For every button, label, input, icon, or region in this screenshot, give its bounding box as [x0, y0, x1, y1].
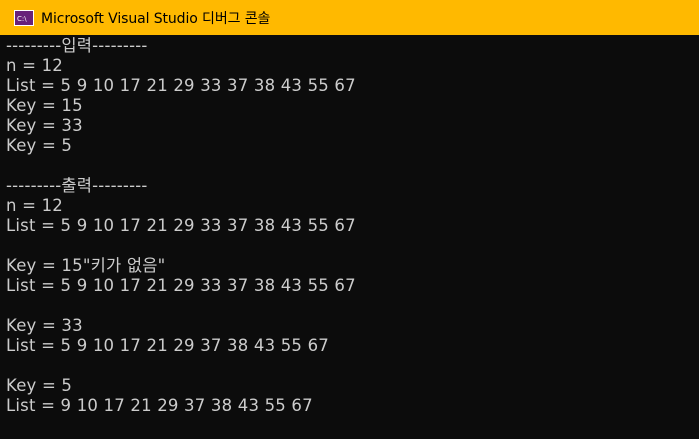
title-bar[interactable]: C:\ Microsoft Visual Studio 디버그 콘솔: [0, 0, 699, 35]
console-line: List = 5 9 10 17 21 29 33 37 38 43 55 67: [6, 216, 356, 235]
window-title: Microsoft Visual Studio 디버그 콘솔: [41, 10, 271, 27]
console-line: ---------입력---------: [6, 36, 148, 55]
console-line: List = 5 9 10 17 21 29 33 37 38 43 55 67: [6, 76, 356, 95]
console-line: List = 5 9 10 17 21 29 37 38 43 55 67: [6, 336, 329, 355]
svg-text:C:\: C:\: [17, 15, 27, 23]
console-line: ---------출력---------: [6, 176, 148, 195]
console-line: n = 12: [6, 196, 63, 215]
console-line: Key = 15: [6, 96, 83, 115]
console-line: n = 12: [6, 56, 63, 75]
console-line: Key = 15"키가 없음": [6, 256, 166, 275]
visual-studio-console-icon: C:\: [14, 9, 34, 26]
console-window: C:\ Microsoft Visual Studio 디버그 콘솔 -----…: [0, 0, 699, 439]
console-output[interactable]: ---------입력--------- n = 12 List = 5 9 1…: [6, 36, 696, 436]
console-line: Key = 33: [6, 316, 83, 335]
console-line: Key = 5: [6, 376, 73, 395]
console-line: Key = 33: [6, 116, 83, 135]
console-line: List = 5 9 10 17 21 29 33 37 38 43 55 67: [6, 276, 356, 295]
console-line: Key = 5: [6, 136, 73, 155]
console-line: List = 9 10 17 21 29 37 38 43 55 67: [6, 396, 313, 415]
